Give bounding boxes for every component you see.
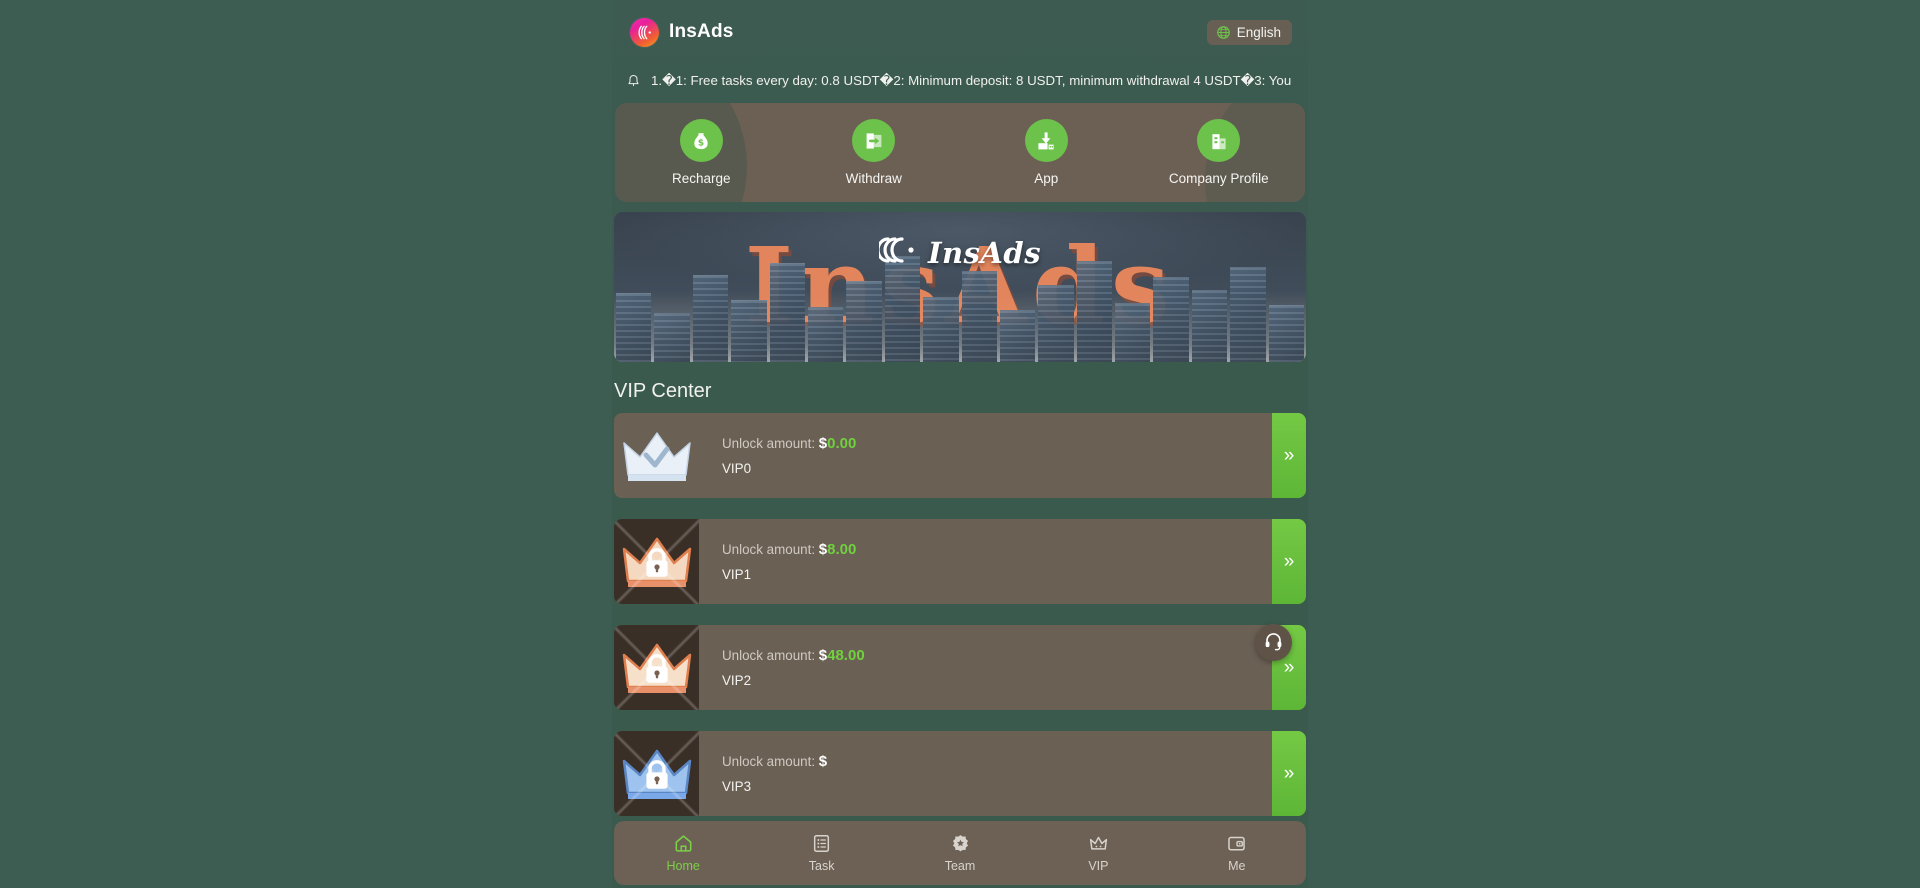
vip-level-label: VIP3 xyxy=(722,779,752,794)
vip-list: Unlock amount: $0.00 VIP0 » Unlock amoun… xyxy=(612,413,1308,816)
double-chevron-right-icon[interactable]: » xyxy=(1272,731,1306,816)
lock-icon xyxy=(645,760,668,789)
vip-level-label: VIP2 xyxy=(722,673,752,688)
brand-name: InsAds xyxy=(669,21,734,42)
banner-logo: InsAds xyxy=(614,235,1306,270)
wallet-icon xyxy=(1228,836,1246,851)
vip-row-3[interactable]: Unlock amount: $ VIP3 » xyxy=(614,731,1306,816)
quick-actions-panel: $ Recharge Withdraw App Company Profile xyxy=(615,103,1305,202)
vip-row-2[interactable]: Unlock amount: $48.00 VIP2 » xyxy=(614,625,1306,710)
crown-icon xyxy=(1089,836,1108,850)
bell-icon xyxy=(626,73,641,89)
tab-vip[interactable]: VIP xyxy=(1029,833,1167,873)
banner-wordmark: InsAds xyxy=(927,235,1042,270)
insads-script-logo-icon xyxy=(876,235,921,270)
tab-task[interactable]: Task xyxy=(752,833,890,873)
bottom-navigation: Home Task Team VIP Me xyxy=(614,821,1306,885)
vip-info: Unlock amount: $ VIP3 xyxy=(699,731,1272,816)
screen: InsAds English 1.�1: Free tasks every da… xyxy=(0,0,1920,888)
money-bag-icon: $ xyxy=(679,119,723,162)
currency-symbol: $ xyxy=(818,541,828,558)
quick-action-app[interactable]: App xyxy=(960,119,1133,186)
insads-logo-icon xyxy=(630,17,659,47)
vip-center-title: VIP Center xyxy=(614,380,712,402)
quick-actions-section: $ Recharge Withdraw App Company Profile xyxy=(612,98,1308,202)
notice-text: 1.�1: Free tasks every day: 0.8 USDT�2: … xyxy=(651,73,1292,88)
lock-icon xyxy=(645,548,668,577)
vip-info: Unlock amount: $8.00 VIP1 xyxy=(699,519,1272,604)
vip-level-label: VIP0 xyxy=(722,461,752,476)
app-header: InsAds English xyxy=(612,0,1308,64)
vip-level-label: VIP1 xyxy=(722,567,752,582)
quick-action-recharge[interactable]: $ Recharge xyxy=(615,119,788,186)
currency-symbol: $ xyxy=(818,753,828,770)
currency-symbol: $ xyxy=(818,435,828,452)
notice-bar[interactable]: 1.�1: Free tasks every day: 0.8 USDT�2: … xyxy=(612,64,1308,98)
double-chevron-right-icon[interactable]: » xyxy=(1272,519,1306,604)
vip-unlock-amount: Unlock amount: $8.00 xyxy=(722,541,1272,558)
quick-action-label: Company Profile xyxy=(1168,171,1269,186)
vip-info: Unlock amount: $48.00 VIP2 xyxy=(699,625,1272,710)
tab-home[interactable]: Home xyxy=(614,833,752,873)
vip-unlock-amount: Unlock amount: $48.00 xyxy=(722,647,1272,664)
download-app-icon xyxy=(1024,119,1068,162)
lock-icon xyxy=(645,654,668,683)
unlock-label: Unlock amount: xyxy=(722,648,816,663)
vip-row-0[interactable]: Unlock amount: $0.00 VIP0 » xyxy=(614,413,1306,498)
tab-label: VIP xyxy=(1088,859,1109,873)
vip-thumbnail xyxy=(614,625,699,710)
home-icon xyxy=(675,835,692,852)
amount-value: 0.00 xyxy=(827,435,857,452)
promo-banner[interactable]: InsAds xyxy=(614,212,1306,362)
quick-action-label: App xyxy=(1034,171,1059,186)
team-badge-icon xyxy=(952,835,968,852)
tab-me[interactable]: Me xyxy=(1168,833,1306,873)
vip-thumbnail xyxy=(614,519,699,604)
unlock-label: Unlock amount: xyxy=(722,754,816,769)
quick-action-label: Recharge xyxy=(671,171,731,186)
promo-banner-section: InsAds xyxy=(612,202,1308,362)
tab-label: Team xyxy=(944,859,976,873)
tab-label: Home xyxy=(666,859,700,873)
double-chevron-right-icon[interactable]: » xyxy=(1272,413,1306,498)
unlock-label: Unlock amount: xyxy=(722,542,816,557)
withdraw-door-icon xyxy=(852,119,896,162)
quick-action-company-profile[interactable]: Company Profile xyxy=(1133,119,1306,186)
building-icon xyxy=(1197,119,1241,162)
vip-thumbnail xyxy=(614,731,699,816)
currency-symbol: $ xyxy=(818,647,828,664)
unlock-label: Unlock amount: xyxy=(722,436,816,451)
amount-value: 48.00 xyxy=(827,647,865,664)
language-label: English xyxy=(1236,24,1281,40)
language-switcher[interactable]: English xyxy=(1206,19,1292,45)
quick-action-label: Withdraw xyxy=(845,171,902,186)
list-icon xyxy=(814,835,830,852)
headset-icon xyxy=(1263,630,1284,656)
svg-text:$: $ xyxy=(698,138,704,148)
customer-support-button[interactable] xyxy=(1255,624,1292,661)
tab-label: Task xyxy=(808,859,835,873)
vip-row-1[interactable]: Unlock amount: $8.00 VIP1 » xyxy=(614,519,1306,604)
vip-unlock-amount: Unlock amount: $0.00 xyxy=(722,435,1272,452)
vip-info: Unlock amount: $0.00 VIP0 xyxy=(699,413,1272,498)
amount-value: 8.00 xyxy=(827,541,857,558)
vip-thumbnail xyxy=(614,413,699,498)
vip-unlock-amount: Unlock amount: $ xyxy=(722,753,1272,770)
tab-team[interactable]: Team xyxy=(891,833,1029,873)
quick-action-withdraw[interactable]: Withdraw xyxy=(788,119,961,186)
crown-icon xyxy=(622,431,691,481)
tab-label: Me xyxy=(1228,859,1246,873)
brand: InsAds xyxy=(630,17,734,47)
app-viewport: InsAds English 1.�1: Free tasks every da… xyxy=(612,0,1308,888)
globe-icon xyxy=(1216,25,1231,40)
